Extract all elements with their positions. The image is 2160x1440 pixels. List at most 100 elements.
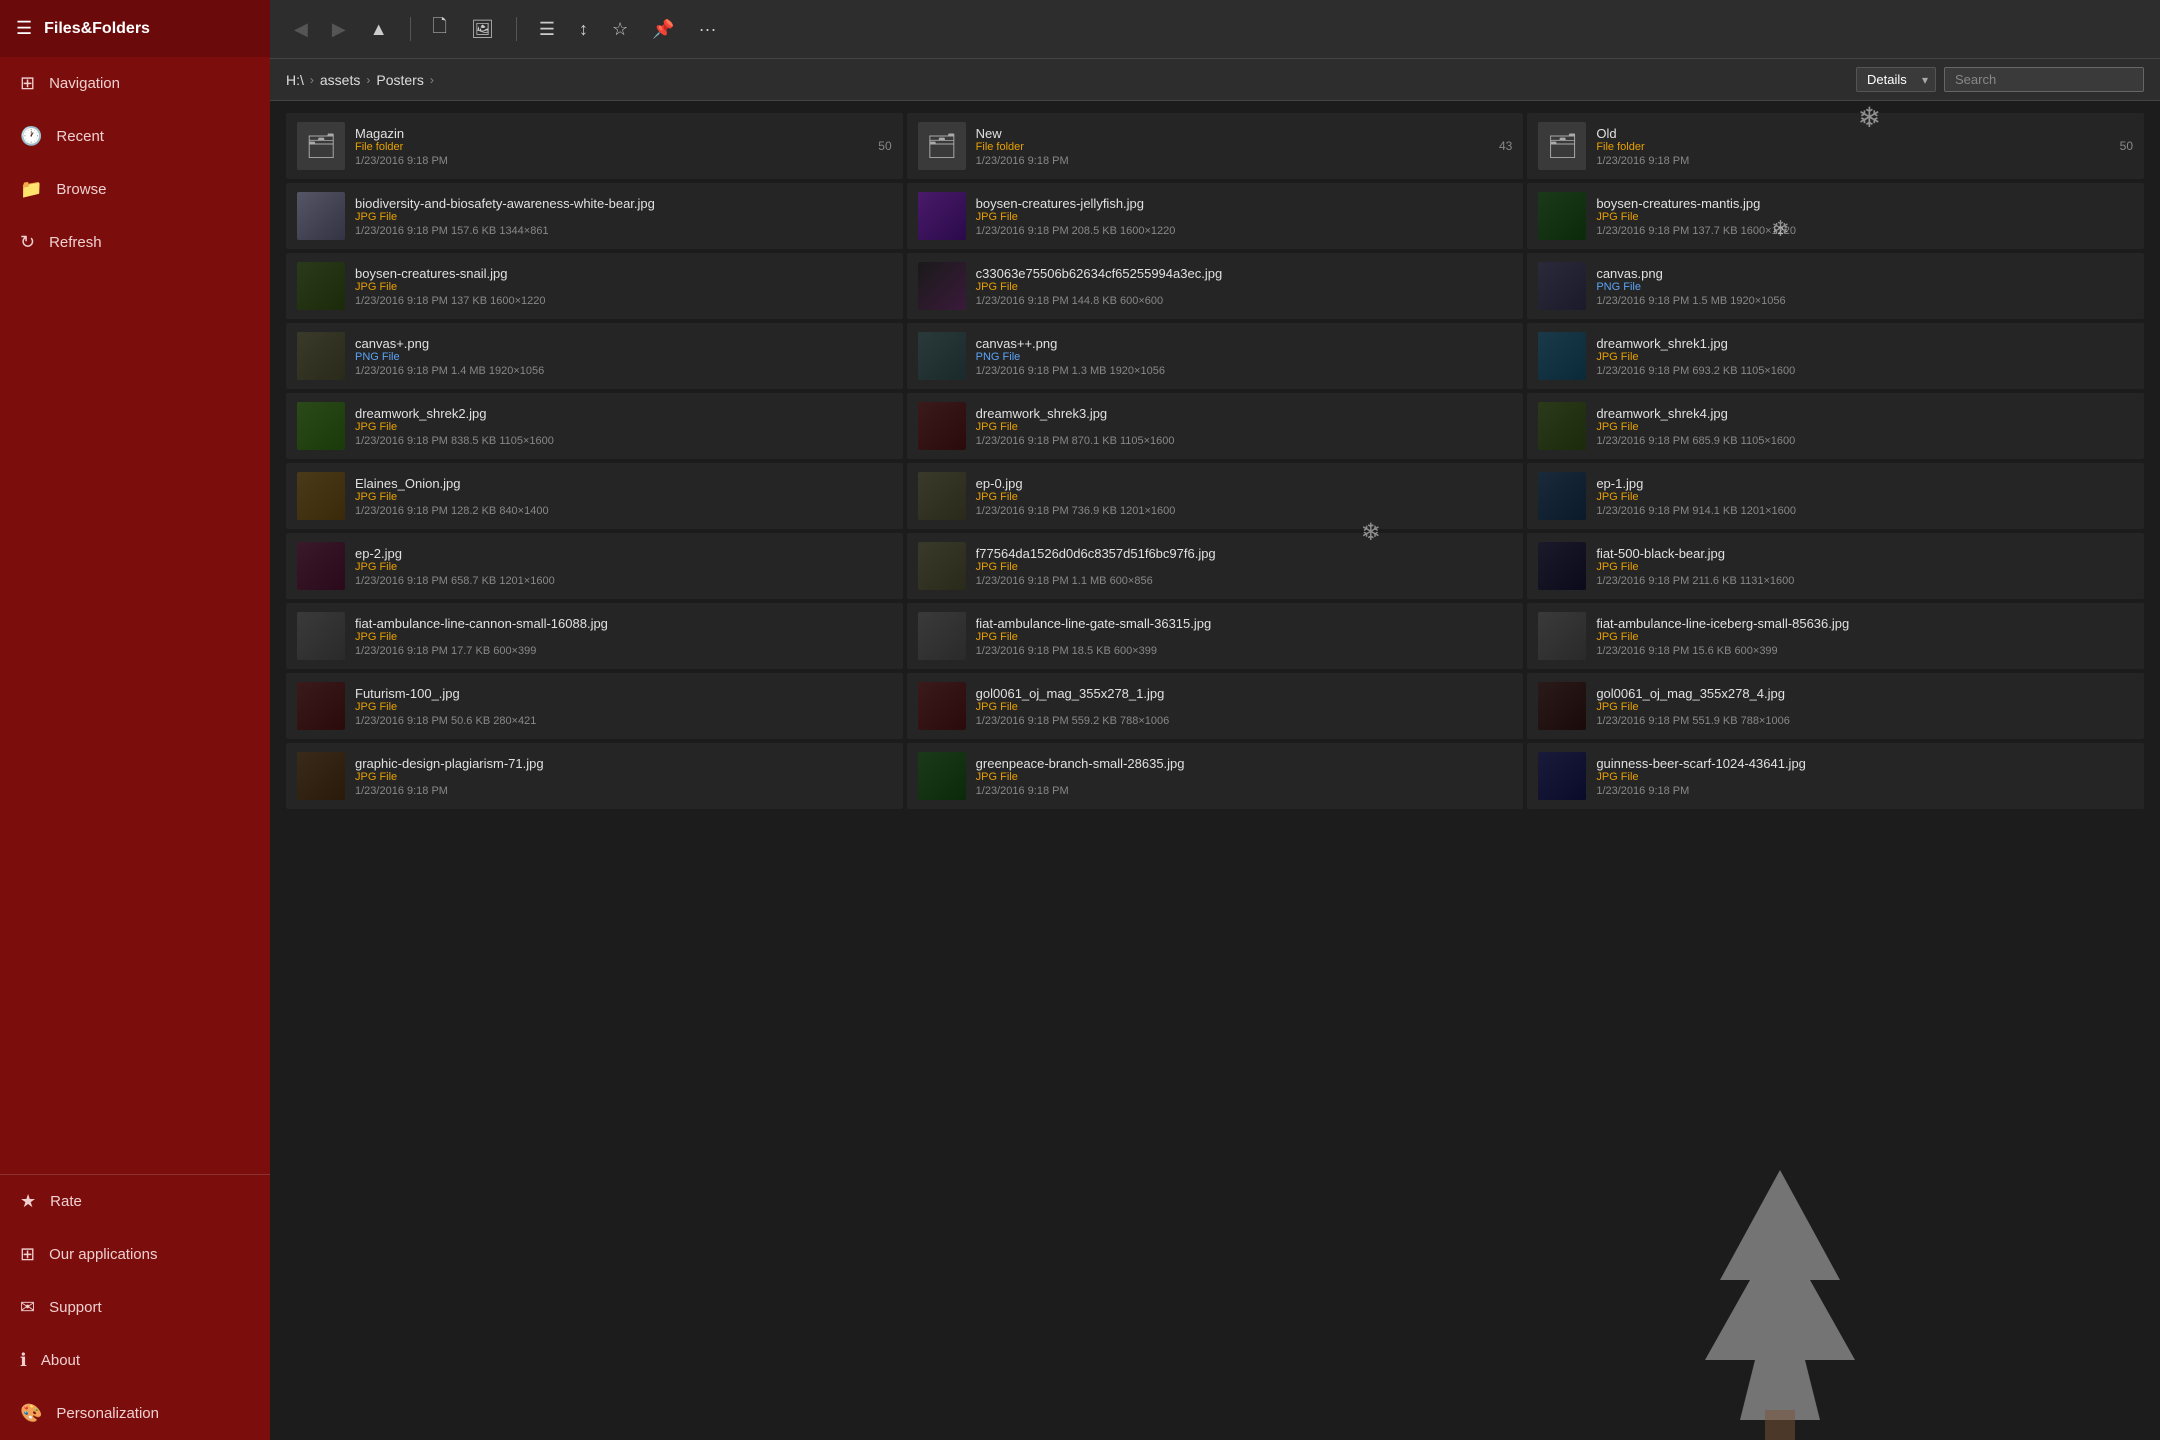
file-item[interactable]: c33063e75506b62634cf65255994a3ec.jpg JPG… bbox=[907, 253, 1524, 319]
file-info: fiat-500-black-bear.jpg JPG File 1/23/20… bbox=[1596, 546, 2133, 587]
file-item[interactable]: canvas.png PNG File 1/23/2016 9:18 PM 1.… bbox=[1527, 253, 2144, 319]
back-button[interactable]: ◀ bbox=[286, 13, 316, 46]
file-item[interactable]: Futurism-100_.jpg JPG File 1/23/2016 9:1… bbox=[286, 673, 903, 739]
file-item[interactable]: dreamwork_shrek2.jpg JPG File 1/23/2016 … bbox=[286, 393, 903, 459]
file-meta: 1/23/2016 9:18 PM bbox=[355, 785, 892, 797]
new-file-button[interactable]: 🗋 bbox=[425, 8, 455, 50]
folder-thumb: 🗂 bbox=[1538, 122, 1586, 170]
view-select[interactable]: Details List Tiles Icons bbox=[1856, 67, 1936, 92]
breadcrumb-posters[interactable]: Posters bbox=[376, 72, 423, 88]
forward-button[interactable]: ▶ bbox=[324, 13, 354, 46]
file-item[interactable]: gol0061_oj_mag_355x278_1.jpg JPG File 1/… bbox=[907, 673, 1524, 739]
file-item[interactable]: 🗂 Magazin File folder 1/23/2016 9:18 PM … bbox=[286, 113, 903, 179]
file-info: Old File folder 1/23/2016 9:18 PM bbox=[1596, 126, 2109, 167]
favorites-button[interactable]: ☆ bbox=[604, 13, 636, 46]
hamburger-icon[interactable]: ☰ bbox=[16, 18, 32, 39]
file-item[interactable]: fiat-ambulance-line-gate-small-36315.jpg… bbox=[907, 603, 1524, 669]
breadcrumb-drive[interactable]: H:\ bbox=[286, 72, 304, 88]
file-info: greenpeace-branch-small-28635.jpg JPG Fi… bbox=[976, 756, 1513, 797]
browse-icon: 📁 bbox=[20, 179, 42, 200]
file-item[interactable]: 🗂 New File folder 1/23/2016 9:18 PM 43 bbox=[907, 113, 1524, 179]
file-item[interactable]: ep-1.jpg JPG File 1/23/2016 9:18 PM 914.… bbox=[1527, 463, 2144, 529]
file-item[interactable]: dreamwork_shrek3.jpg JPG File 1/23/2016 … bbox=[907, 393, 1524, 459]
file-meta: 1/23/2016 9:18 PM 658.7 KB 1201×1600 bbox=[355, 575, 892, 587]
file-thumb bbox=[918, 542, 966, 590]
file-name: gol0061_oj_mag_355x278_1.jpg bbox=[976, 686, 1513, 701]
search-input[interactable] bbox=[1944, 67, 2144, 92]
sidebar-item-rate[interactable]: ★ Rate bbox=[0, 1175, 270, 1228]
file-name: dreamwork_shrek1.jpg bbox=[1596, 336, 2133, 351]
file-item[interactable]: guinness-beer-scarf-1024-43641.jpg JPG F… bbox=[1527, 743, 2144, 809]
file-item[interactable]: biodiversity-and-biosafety-awareness-whi… bbox=[286, 183, 903, 249]
file-thumb bbox=[918, 682, 966, 730]
file-item[interactable]: fiat-ambulance-line-iceberg-small-85636.… bbox=[1527, 603, 2144, 669]
file-thumb bbox=[297, 332, 345, 380]
file-item[interactable]: boysen-creatures-jellyfish.jpg JPG File … bbox=[907, 183, 1524, 249]
file-meta: 1/23/2016 9:18 PM 128.2 KB 840×1400 bbox=[355, 505, 892, 517]
sidebar-item-our-applications[interactable]: ⊞ Our applications bbox=[0, 1228, 270, 1281]
file-thumb bbox=[1538, 752, 1586, 800]
file-item[interactable]: fiat-500-black-bear.jpg JPG File 1/23/20… bbox=[1527, 533, 2144, 599]
file-name: dreamwork_shrek4.jpg bbox=[1596, 406, 2133, 421]
file-item[interactable]: 🗂 Old File folder 1/23/2016 9:18 PM 50 bbox=[1527, 113, 2144, 179]
file-type: JPG File bbox=[1596, 701, 2133, 713]
file-meta: 1/23/2016 9:18 PM 211.6 KB 1131×1600 bbox=[1596, 575, 2133, 587]
file-info: boysen-creatures-snail.jpg JPG File 1/23… bbox=[355, 266, 892, 307]
sidebar-label-browse: Browse bbox=[56, 181, 106, 198]
file-item[interactable]: graphic-design-plagiarism-71.jpg JPG Fil… bbox=[286, 743, 903, 809]
file-item[interactable]: canvas+.png PNG File 1/23/2016 9:18 PM 1… bbox=[286, 323, 903, 389]
file-item[interactable]: f77564da1526d0d6c8357d51f6bc97f6.jpg JPG… bbox=[907, 533, 1524, 599]
file-info: canvas.png PNG File 1/23/2016 9:18 PM 1.… bbox=[1596, 266, 2133, 307]
file-info: canvas++.png PNG File 1/23/2016 9:18 PM … bbox=[976, 336, 1513, 377]
view-panel-button[interactable]: 🖼 bbox=[463, 13, 502, 46]
file-item[interactable]: boysen-creatures-snail.jpg JPG File 1/23… bbox=[286, 253, 903, 319]
file-info: gol0061_oj_mag_355x278_1.jpg JPG File 1/… bbox=[976, 686, 1513, 727]
up-button[interactable]: ▲ bbox=[362, 13, 396, 46]
file-type: JPG File bbox=[976, 771, 1513, 783]
file-item[interactable]: ep-0.jpg JPG File 1/23/2016 9:18 PM 736.… bbox=[907, 463, 1524, 529]
sidebar-item-personalization[interactable]: 🎨 Personalization bbox=[0, 1387, 270, 1440]
sidebar-label-personalization: Personalization bbox=[56, 1405, 159, 1422]
sidebar-item-about[interactable]: ℹ About bbox=[0, 1334, 270, 1387]
sidebar-item-navigation[interactable]: ⊞ Navigation bbox=[0, 57, 270, 110]
file-item[interactable]: ep-2.jpg JPG File 1/23/2016 9:18 PM 658.… bbox=[286, 533, 903, 599]
file-thumb bbox=[918, 332, 966, 380]
sidebar-item-browse[interactable]: 📁 Browse bbox=[0, 163, 270, 216]
file-meta: 1/23/2016 9:18 PM 1.3 MB 1920×1056 bbox=[976, 365, 1513, 377]
file-meta: 1/23/2016 9:18 PM 144.8 KB 600×600 bbox=[976, 295, 1513, 307]
file-type: PNG File bbox=[976, 351, 1513, 363]
file-thumb bbox=[918, 752, 966, 800]
sort-button[interactable]: ↕ bbox=[571, 13, 596, 46]
file-type: JPG File bbox=[355, 771, 892, 783]
file-thumb bbox=[1538, 472, 1586, 520]
file-item[interactable]: dreamwork_shrek1.jpg JPG File 1/23/2016 … bbox=[1527, 323, 2144, 389]
file-item[interactable]: boysen-creatures-mantis.jpg JPG File 1/2… bbox=[1527, 183, 2144, 249]
file-type: PNG File bbox=[1596, 281, 2133, 293]
file-item[interactable]: Elaines_Onion.jpg JPG File 1/23/2016 9:1… bbox=[286, 463, 903, 529]
recent-icon: 🕐 bbox=[20, 126, 42, 147]
file-item[interactable]: greenpeace-branch-small-28635.jpg JPG Fi… bbox=[907, 743, 1524, 809]
file-item[interactable]: canvas++.png PNG File 1/23/2016 9:18 PM … bbox=[907, 323, 1524, 389]
sidebar-item-recent[interactable]: 🕐 Recent bbox=[0, 110, 270, 163]
file-name: fiat-ambulance-line-cannon-small-16088.j… bbox=[355, 616, 892, 631]
sidebar-item-refresh[interactable]: ↻ Refresh bbox=[0, 216, 270, 269]
app-title: Files&Folders bbox=[44, 20, 150, 38]
support-icon: ✉ bbox=[20, 1297, 35, 1318]
file-meta: 1/23/2016 9:18 PM 1.1 MB 600×856 bbox=[976, 575, 1513, 587]
file-item[interactable]: fiat-ambulance-line-cannon-small-16088.j… bbox=[286, 603, 903, 669]
file-type: JPG File bbox=[355, 491, 892, 503]
file-name: canvas.png bbox=[1596, 266, 2133, 281]
details-view-button[interactable]: ☰ bbox=[531, 13, 563, 46]
file-type: JPG File bbox=[976, 421, 1513, 433]
file-meta: 1/23/2016 9:18 PM 15.6 KB 600×399 bbox=[1596, 645, 2133, 657]
file-name: ep-2.jpg bbox=[355, 546, 892, 561]
pin-button[interactable]: 📌 bbox=[644, 13, 682, 46]
sidebar-item-support[interactable]: ✉ Support bbox=[0, 1281, 270, 1334]
file-info: dreamwork_shrek1.jpg JPG File 1/23/2016 … bbox=[1596, 336, 2133, 377]
file-item[interactable]: gol0061_oj_mag_355x278_4.jpg JPG File 1/… bbox=[1527, 673, 2144, 739]
file-thumb bbox=[1538, 542, 1586, 590]
more-button[interactable]: ··· bbox=[691, 13, 725, 46]
breadcrumb-assets[interactable]: assets bbox=[320, 72, 360, 88]
file-item[interactable]: dreamwork_shrek4.jpg JPG File 1/23/2016 … bbox=[1527, 393, 2144, 459]
folder-thumb: 🗂 bbox=[918, 122, 966, 170]
